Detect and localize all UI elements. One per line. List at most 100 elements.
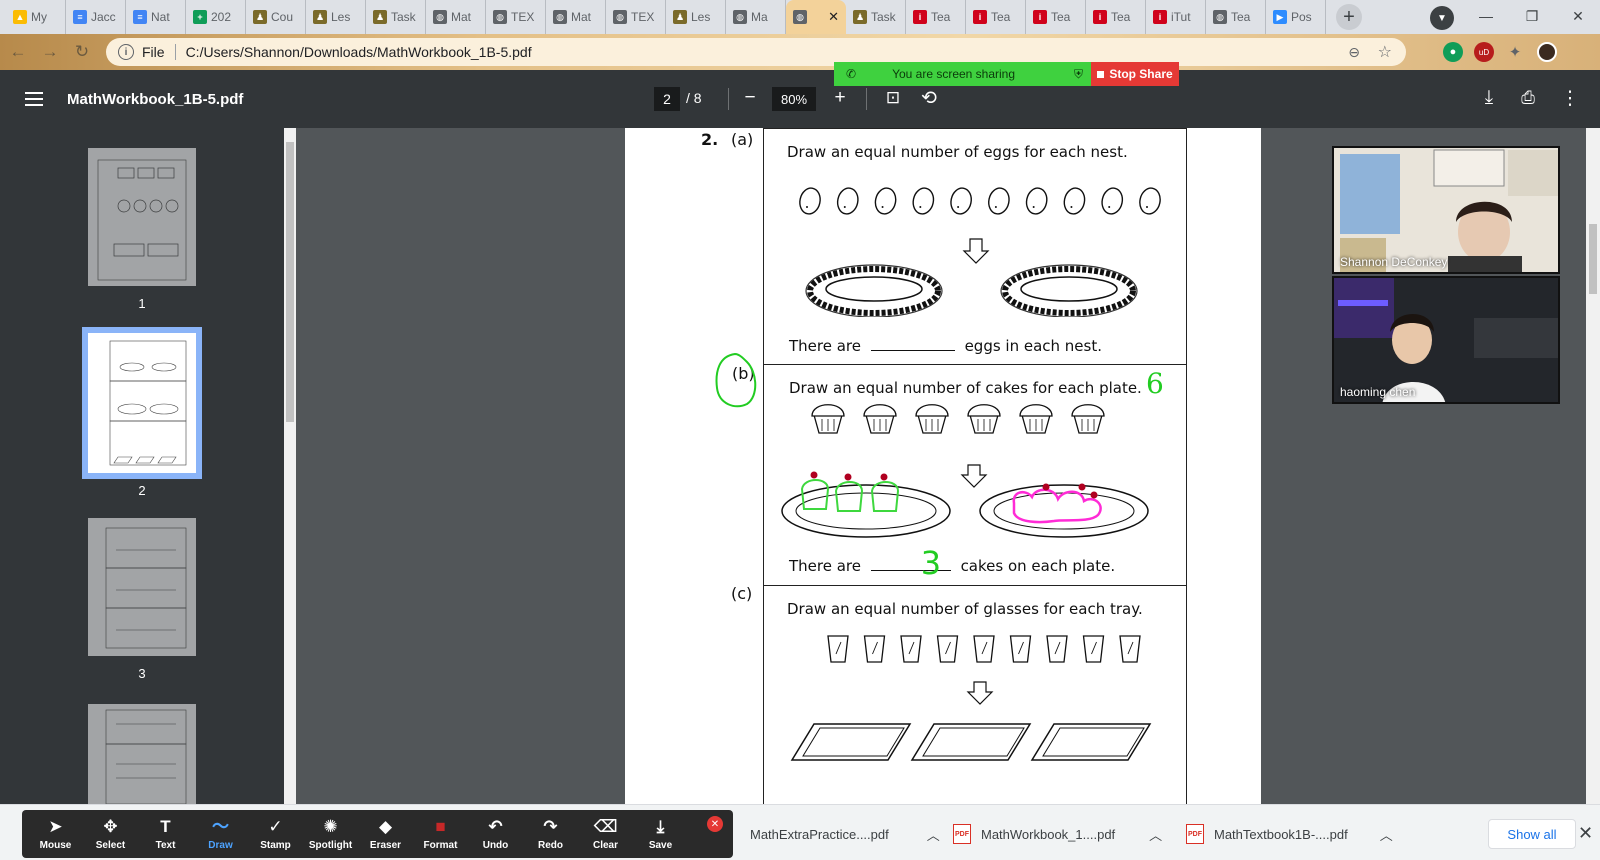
stop-share-button[interactable]: Stop Share <box>1091 62 1179 86</box>
browser-tab[interactable]: ♟ Cou <box>246 0 306 34</box>
close-tab-icon[interactable]: ✕ <box>828 9 839 25</box>
chevron-up-icon[interactable]: ︿ <box>927 825 940 844</box>
browser-tab[interactable]: ≡ Jacc <box>66 0 126 34</box>
answer-blank[interactable] <box>870 350 955 351</box>
annotate-save-button[interactable]: ⤓ Save <box>633 810 688 858</box>
browser-tab[interactable]: ♟ Task <box>366 0 426 34</box>
close-downloads-icon[interactable]: ✕ <box>1578 823 1593 844</box>
url-scheme: File <box>142 44 165 60</box>
question-number: 2. <box>701 130 719 149</box>
browser-tab[interactable]: ◍ TEX <box>486 0 546 34</box>
thumbnail-page-1[interactable]: 1 <box>88 148 196 311</box>
chevron-up-icon[interactable]: ︿ <box>1149 825 1162 844</box>
thumbnail-page-2[interactable]: 2 <box>82 327 202 498</box>
profile-avatar[interactable] <box>1537 42 1557 62</box>
menu-icon[interactable] <box>25 92 43 106</box>
annotate-redo-button[interactable]: ↷ Redo <box>523 810 578 858</box>
annotate-label: Select <box>95 839 126 851</box>
chevron-up-icon[interactable]: ︿ <box>1380 825 1393 844</box>
tab-title: Tea <box>1051 10 1071 24</box>
new-tab-button[interactable]: + <box>1336 4 1362 30</box>
browser-tab[interactable]: ◍ ✕ <box>786 0 846 34</box>
egg-dot <box>1070 206 1073 208</box>
rotate-icon[interactable]: ⟲ <box>915 84 943 112</box>
browser-tab[interactable]: ◍ Mat <box>546 0 606 34</box>
close-window-icon[interactable]: ✕ <box>1555 0 1600 32</box>
annotate-text-button[interactable]: T Text <box>138 810 193 858</box>
browser-tab[interactable]: ♟ Les <box>666 0 726 34</box>
thumbnail-page-4[interactable] <box>88 704 196 804</box>
forward-icon[interactable]: → <box>36 38 64 66</box>
redo-icon: ↷ <box>543 816 558 836</box>
zoom-level-input[interactable]: 80% <box>772 87 816 111</box>
annotate-format-button[interactable]: ■ Format <box>413 810 468 858</box>
address-bar[interactable]: i File C:/Users/Shannon/Downloads/MathWo… <box>106 38 1406 66</box>
annotate-undo-button[interactable]: ↶ Undo <box>468 810 523 858</box>
page-total: / 8 <box>686 90 702 106</box>
zoom-magnifier-icon[interactable]: ⊖ <box>1348 44 1360 61</box>
video-tile-host[interactable]: Shannon DeConkey <box>1332 146 1560 274</box>
close-annotation-icon[interactable]: ✕ <box>707 816 723 832</box>
browser-tab[interactable]: ▲ My <box>6 0 66 34</box>
restore-icon[interactable]: ❐ <box>1509 0 1555 32</box>
show-all-downloads-button[interactable]: Show all <box>1488 819 1576 849</box>
annotate-select-button[interactable]: ✥ Select <box>83 810 138 858</box>
minimize-icon[interactable]: — <box>1463 0 1509 32</box>
extension-icon[interactable]: ● <box>1443 42 1463 62</box>
annotate-clear-button[interactable]: ⌫ Clear <box>578 810 633 858</box>
annotate-stamp-button[interactable]: ✓ Stamp <box>248 810 303 858</box>
browser-tab[interactable]: ≡ Nat <box>126 0 186 34</box>
browser-tab[interactable]: ◍ TEX <box>606 0 666 34</box>
pdf-file-icon: PDF <box>953 824 971 844</box>
download-item-2[interactable]: PDF MathWorkbook_1....pdf ︿ <box>953 819 1162 849</box>
classroom-icon: ♟ <box>853 10 867 24</box>
scrollbar-thumb[interactable] <box>286 142 294 422</box>
browser-tab[interactable]: ♟ Les <box>306 0 366 34</box>
browser-tab[interactable]: i Tea <box>1086 0 1146 34</box>
itutor-icon: i <box>913 10 927 24</box>
back-icon[interactable]: ← <box>4 38 32 66</box>
puzzle-extensions-icon[interactable]: ✦ <box>1505 42 1525 62</box>
annotate-eraser-button[interactable]: ◆ Eraser <box>358 810 413 858</box>
sidebar-scrollbar[interactable] <box>284 128 296 804</box>
cupcake-top <box>811 404 845 417</box>
annotate-draw-button[interactable]: 〜 Draw <box>193 810 248 858</box>
tab-title: Pos <box>1291 10 1312 24</box>
browser-tab[interactable]: i Tea <box>966 0 1026 34</box>
download-item-3[interactable]: PDF MathTextbook1B-....pdf ︿ <box>1186 819 1393 849</box>
tab-search-icon[interactable]: ▼ <box>1430 6 1454 30</box>
undo-icon: ↶ <box>488 816 503 836</box>
fit-page-icon[interactable]: ⊡ <box>879 84 907 112</box>
zoom-icon: ▶ <box>1273 10 1287 24</box>
annotate-mouse-button[interactable]: ➤ Mouse <box>28 810 83 858</box>
browser-tab[interactable]: ◍ Tea <box>1206 0 1266 34</box>
download-icon[interactable]: ⤓ <box>1475 84 1503 112</box>
zoom-out-icon[interactable]: − <box>736 84 764 112</box>
download-item-1[interactable]: MathExtraPractice....pdf ︿ <box>750 819 940 849</box>
video-tile-student[interactable]: haoming chen <box>1332 276 1560 404</box>
browser-tab[interactable]: i Tea <box>1026 0 1086 34</box>
bookmark-star-icon[interactable]: ☆ <box>1378 42 1392 62</box>
browser-tab[interactable]: ◍ Ma <box>726 0 786 34</box>
url-text[interactable]: C:/Users/Shannon/Downloads/MathWorkbook_… <box>186 44 532 60</box>
browser-tab[interactable]: +202 <box>186 0 246 34</box>
ublock-extension-icon[interactable]: uD <box>1474 42 1494 62</box>
page-number-input[interactable]: 2 <box>654 87 680 111</box>
answer-blank[interactable]: 3 <box>870 544 951 582</box>
egg-dot <box>1108 206 1111 208</box>
annotation-toolbar: ➤ Mouse ✥ Select T Text 〜 Draw ✓ Stamp ✺ Spotlight ◆… <box>22 810 733 858</box>
print-icon[interactable]: ⎙ <box>1514 84 1542 112</box>
annotate-spotlight-button[interactable]: ✺ Spotlight <box>303 810 358 858</box>
browser-tab[interactable]: i iTut <box>1146 0 1206 34</box>
browser-tab[interactable]: i Tea <box>906 0 966 34</box>
zoom-in-icon[interactable]: + <box>826 84 854 112</box>
more-options-icon[interactable]: ⋮ <box>1556 84 1584 112</box>
thumbnail-page-3[interactable]: 3 <box>88 518 196 681</box>
site-info-icon[interactable]: i <box>118 44 134 60</box>
browser-tab[interactable]: ▶ Pos <box>1266 0 1326 34</box>
reload-icon[interactable]: ↻ <box>68 38 96 66</box>
browser-tab[interactable]: ◍ Mat <box>426 0 486 34</box>
browser-tab[interactable]: ♟ Task <box>846 0 906 34</box>
scrollbar-thumb[interactable] <box>1589 224 1597 294</box>
document-scrollbar[interactable] <box>1586 128 1600 804</box>
